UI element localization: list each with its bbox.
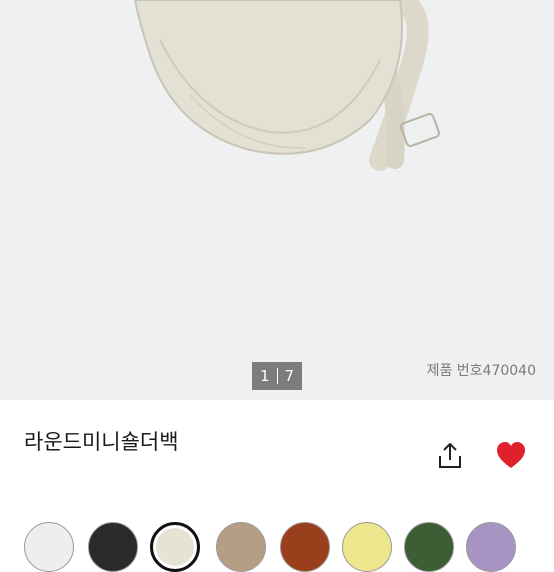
- color-swatch[interactable]: [466, 522, 516, 572]
- heart-icon: [497, 442, 525, 468]
- color-swatch[interactable]: [24, 522, 74, 572]
- product-number: 제품 번호470040: [426, 363, 536, 379]
- color-swatch[interactable]: [150, 522, 200, 572]
- total-pages: 7: [284, 367, 295, 385]
- current-page: 1: [259, 367, 270, 385]
- color-swatch[interactable]: [342, 522, 392, 572]
- image-pager[interactable]: 1 7: [252, 362, 302, 390]
- color-swatch[interactable]: [216, 522, 266, 572]
- pager-divider: [276, 368, 278, 384]
- share-button[interactable]: [434, 440, 466, 472]
- product-image[interactable]: 1 7 제품 번호470040: [0, 0, 554, 400]
- color-swatch[interactable]: [404, 522, 454, 572]
- color-swatch[interactable]: [280, 522, 330, 572]
- share-icon: [439, 443, 461, 468]
- product-title: 라운드미니숄더백: [24, 430, 179, 454]
- favorite-button[interactable]: [495, 440, 527, 472]
- bag-image: [133, 0, 440, 171]
- color-swatches: [0, 520, 554, 572]
- color-swatch[interactable]: [88, 522, 138, 572]
